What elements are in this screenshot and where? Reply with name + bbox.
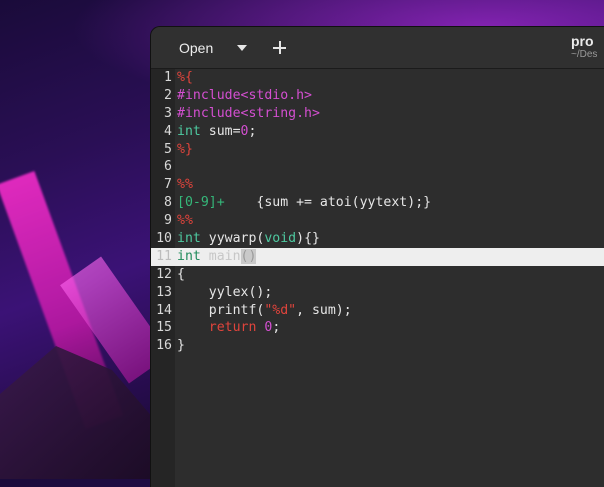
open-dropdown-button[interactable] [231, 35, 253, 61]
code-text: } [177, 338, 185, 354]
line-number: 7 [164, 177, 172, 193]
line-number: 11 [156, 248, 172, 264]
code-line[interactable]: 3 #include<string.h> [151, 105, 604, 123]
headerbar: Open pro ~/Des [151, 27, 604, 69]
code-text: %% [177, 213, 193, 229]
line-number: 13 [156, 284, 172, 300]
line-number: 1 [164, 70, 172, 85]
code-line[interactable]: 9%% [151, 212, 604, 230]
line-number: 6 [164, 159, 172, 175]
chevron-down-icon [237, 45, 247, 51]
code-text: #include<stdio.h> [177, 87, 312, 103]
code-text: return 0; [208, 320, 281, 336]
text-editor-window: Open pro ~/Des 1 %{ 2 #include<stdio.h> 3 #in… [151, 27, 604, 487]
code-text: %% [177, 177, 193, 193]
line-number: 5 [164, 141, 172, 157]
line-number: 15 [156, 320, 172, 336]
line-number: 12 [156, 266, 172, 282]
code-text: %{ [177, 70, 193, 85]
code-text: printf("%d", sum); [177, 302, 352, 318]
window-title-block: pro ~/Des [571, 33, 604, 61]
code-line[interactable]: 15 return 0; [151, 319, 604, 337]
code-line-current[interactable]: 11 int main() [151, 247, 604, 266]
code-line[interactable]: 14 printf("%d", sum); [151, 302, 604, 320]
code-text: { [177, 266, 185, 282]
new-tab-button[interactable] [267, 35, 291, 61]
code-editor[interactable]: 1 %{ 2 #include<stdio.h> 3 #include<string.h>… [151, 69, 604, 487]
code-line[interactable]: 13 yylex(); [151, 284, 604, 302]
code-text: int main() [177, 248, 257, 264]
line-number: 16 [156, 338, 172, 354]
code-area[interactable]: 1 %{ 2 #include<stdio.h> 3 #include<string.h>… [151, 69, 604, 355]
line-number: 2 [164, 87, 172, 103]
code-text: [0-9]+ {sum += atoi(yytext);} [177, 195, 432, 211]
line-number: 10 [156, 231, 172, 247]
line-number: 8 [164, 195, 172, 211]
code-line[interactable]: 12 { [151, 266, 604, 284]
line-number: 9 [164, 213, 172, 229]
code-line[interactable]: 6 [151, 158, 604, 176]
code-line[interactable]: 8 [0-9]+ {sum += atoi(yytext);} [151, 194, 604, 212]
code-text: int yywarp(void){} [177, 231, 320, 247]
line-number: 4 [164, 123, 172, 139]
code-line[interactable]: 5%} [151, 141, 604, 159]
line-number: 14 [156, 302, 172, 318]
code-text: int sum=0; [177, 123, 257, 139]
window-title: pro [571, 33, 594, 49]
code-line[interactable]: 10 int yywarp(void){} [151, 230, 604, 248]
code-text: yylex(); [177, 284, 273, 300]
code-line[interactable]: 4 int sum=0; [151, 123, 604, 141]
line-number: 3 [164, 105, 172, 121]
code-line[interactable]: 2 #include<stdio.h> [151, 87, 604, 105]
code-line[interactable]: 1 %{ [151, 69, 604, 87]
window-subtitle: ~/Des [571, 49, 598, 60]
code-text: %} [177, 141, 193, 157]
code-text: #include<string.h> [177, 105, 320, 121]
code-line[interactable]: 16} [151, 337, 604, 355]
code-line[interactable]: 7%% [151, 176, 604, 194]
open-button[interactable]: Open [167, 35, 225, 61]
